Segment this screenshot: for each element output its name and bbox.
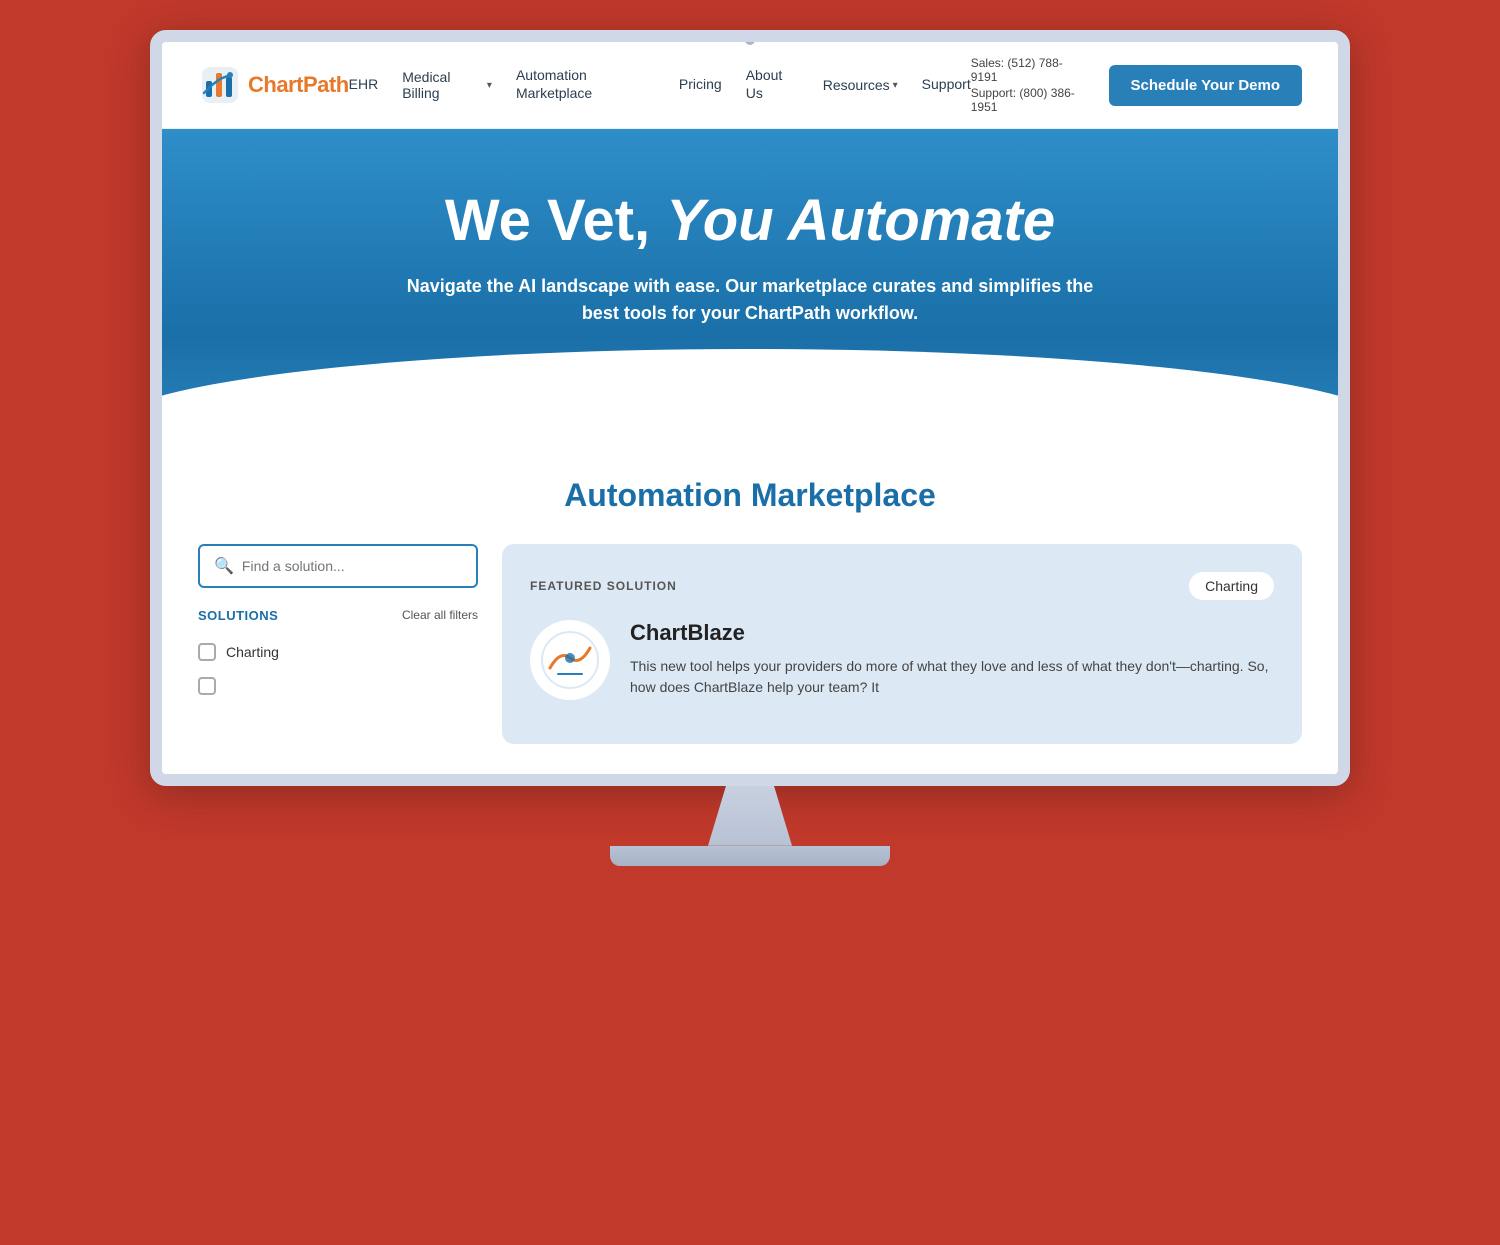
chartblaze-logo-icon: [540, 630, 600, 690]
logo[interactable]: ChartPath: [198, 63, 349, 107]
solutions-label: SOLUTIONS: [198, 608, 278, 623]
marketplace-section: Automation Marketplace 🔍 SOLUTIONS Clear…: [162, 427, 1338, 774]
featured-content: ChartBlaze This new tool helps your prov…: [530, 620, 1274, 700]
product-desc: This new tool helps your providers do mo…: [630, 656, 1274, 698]
featured-header: FEATURED SOLUTION Charting: [530, 572, 1274, 600]
nav-item-about[interactable]: About Us: [746, 67, 799, 103]
support-phone: Support: (800) 386-1951: [971, 86, 1089, 114]
monitor-dot: [745, 35, 755, 45]
filter-checkbox-charting[interactable]: [198, 643, 216, 661]
search-icon: 🔍: [214, 556, 234, 576]
solutions-header: SOLUTIONS Clear all filters: [198, 608, 478, 623]
hero-section: We Vet, You Automate Navigate the AI lan…: [162, 129, 1338, 427]
nav-item-pricing[interactable]: Pricing: [679, 76, 722, 94]
product-name: ChartBlaze: [630, 620, 1274, 646]
nav-item-marketplace[interactable]: Automation Marketplace: [516, 67, 655, 103]
monitor-stand-neck: [690, 786, 810, 846]
chartpath-logo-icon: [198, 63, 242, 107]
featured-label: FEATURED SOLUTION: [530, 579, 677, 593]
filter-checkbox-2[interactable]: [198, 677, 216, 695]
marketplace-body: 🔍 SOLUTIONS Clear all filters Charting: [198, 544, 1302, 744]
marketplace-title: Automation Marketplace: [198, 477, 1302, 514]
product-info: ChartBlaze This new tool helps your prov…: [630, 620, 1274, 698]
filter-item: Charting: [198, 635, 478, 669]
sales-phone: Sales: (512) 788-9191: [971, 56, 1089, 84]
nav-contact-info: Sales: (512) 788-9191 Support: (800) 386…: [971, 56, 1089, 114]
search-box[interactable]: 🔍: [198, 544, 478, 588]
nav-right-group: Sales: (512) 788-9191 Support: (800) 386…: [971, 56, 1302, 114]
monitor-stand-base: [610, 846, 890, 866]
chevron-down-icon: ▾: [893, 80, 898, 91]
nav-links: EHR Medical Billing ▾ Automation Marketp…: [349, 67, 971, 103]
chevron-down-icon: ▾: [487, 80, 492, 91]
search-input[interactable]: [242, 558, 462, 574]
filter-item-2: [198, 669, 478, 703]
schedule-demo-button[interactable]: Schedule Your Demo: [1109, 65, 1302, 106]
product-logo: [530, 620, 610, 700]
featured-card[interactable]: FEATURED SOLUTION Charting: [502, 544, 1302, 744]
nav-item-billing[interactable]: Medical Billing ▾: [402, 69, 492, 101]
monitor-screen: ChartPath EHR Medical Billing ▾ Automati…: [150, 30, 1350, 786]
nav-item-support[interactable]: Support: [922, 76, 971, 94]
hero-heading: We Vet, You Automate: [202, 189, 1298, 253]
logo-text: ChartPath: [248, 72, 349, 98]
hero-subtext: Navigate the AI landscape with ease. Our…: [400, 273, 1100, 327]
featured-badge: Charting: [1189, 572, 1274, 600]
filter-label-charting: Charting: [226, 644, 279, 660]
navbar: ChartPath EHR Medical Billing ▾ Automati…: [162, 42, 1338, 129]
nav-item-resources[interactable]: Resources ▾: [823, 77, 898, 93]
clear-filters-button[interactable]: Clear all filters: [402, 608, 478, 622]
sidebar: 🔍 SOLUTIONS Clear all filters Charting: [198, 544, 478, 703]
nav-item-ehr[interactable]: EHR: [349, 76, 379, 94]
